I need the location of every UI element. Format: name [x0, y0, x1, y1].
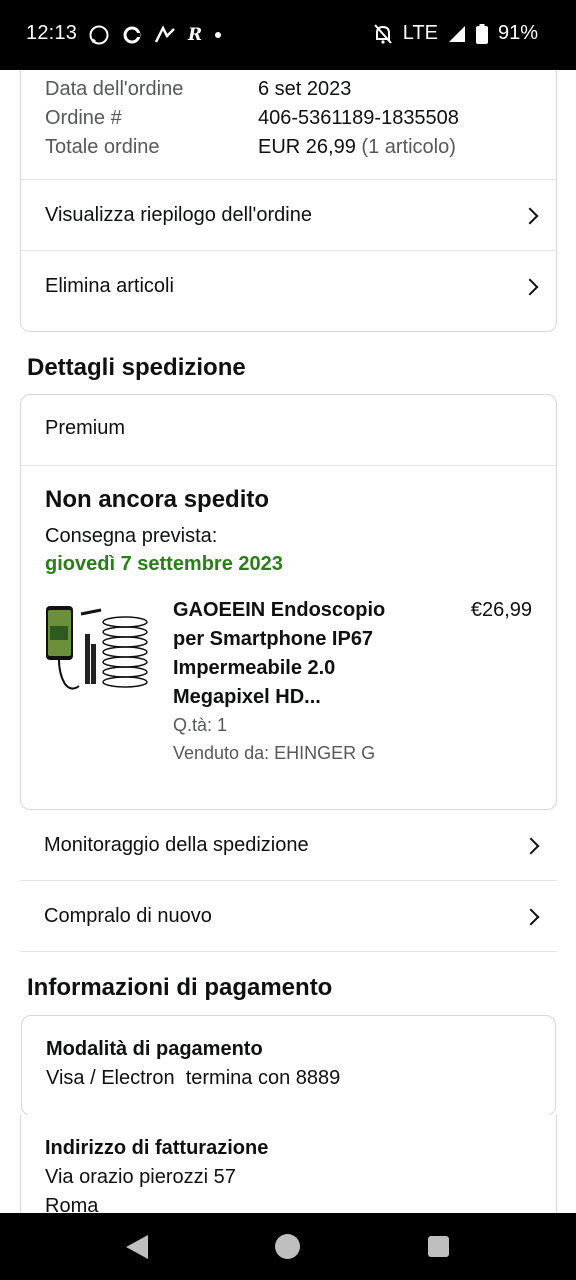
- product-price: €26,99: [470, 599, 532, 621]
- track-shipment-label: Monitoraggio della spedizione: [44, 834, 309, 856]
- silent-icon: [374, 23, 392, 44]
- recent-apps-icon[interactable]: [428, 1236, 449, 1257]
- order-date-value: 6 set 2023: [258, 78, 352, 100]
- billing-address-line1: Via orazio pierozzi 57: [45, 1166, 236, 1188]
- chevron-right-icon: [522, 837, 540, 854]
- delete-items-label: Elimina articoli: [45, 275, 174, 297]
- order-total-amount: EUR 26,99: [258, 136, 356, 158]
- product-image[interactable]: [45, 604, 149, 696]
- delivery-label: Consegna prevista:: [45, 525, 218, 547]
- payment-method-card: Modalità di pagamento Visa / Electron te…: [21, 1015, 556, 1116]
- shipping-service: Premium: [45, 417, 126, 439]
- view-order-summary-link[interactable]: Visualizza riepilogo dell'ordine: [21, 180, 556, 251]
- notification-icons: R: [88, 24, 222, 46]
- product-title-link[interactable]: GAOEEIN Endoscopio per Smartphone IP67 I…: [173, 596, 403, 712]
- home-icon[interactable]: [275, 1234, 300, 1259]
- app-icon: [154, 25, 175, 43]
- divider: [20, 951, 557, 952]
- whatsapp-icon: [89, 25, 109, 45]
- product-seller: Venduto da: EHINGER G: [173, 743, 376, 763]
- billing-address-card: Indirizzo di fatturazione Via orazio pie…: [20, 1115, 557, 1213]
- order-number-label: Ordine #: [45, 107, 122, 129]
- dot-icon: [215, 32, 222, 38]
- shipping-section-title: Dettagli spedizione: [27, 354, 246, 381]
- divider: [21, 465, 556, 466]
- payment-method-label: Modalità di pagamento: [46, 1038, 263, 1060]
- order-details-page[interactable]: Data dell'ordine 6 set 2023 Ordine # 406…: [0, 70, 576, 1213]
- order-summary-card: Data dell'ordine 6 set 2023 Ordine # 406…: [20, 70, 557, 332]
- status-bar: 12:13 R LTE 91%: [0, 0, 576, 70]
- order-total-label: Totale ordine: [45, 136, 160, 158]
- payment-method-value: Visa / Electron termina con 8889: [46, 1067, 341, 1089]
- order-total-items: (1 articolo): [361, 136, 456, 158]
- view-order-summary-label: Visualizza riepilogo dell'ordine: [45, 204, 312, 226]
- battery-level: 91%: [497, 22, 538, 44]
- system-icons: LTE 91%: [373, 22, 538, 45]
- payment-section-title: Informazioni di pagamento: [27, 974, 333, 1001]
- order-total-value: EUR 26,99 (1 articolo): [258, 136, 456, 159]
- network-type: LTE: [402, 22, 438, 44]
- order-date-label: Data dell'ordine: [45, 78, 184, 100]
- shipping-status: Non ancora spedito: [45, 486, 270, 513]
- billing-address-line2: Roma: [45, 1195, 99, 1213]
- signal-icon: [448, 25, 465, 42]
- buy-again-label: Compralo di nuovo: [44, 905, 212, 927]
- product-quantity: Q.tà: 1: [173, 715, 228, 735]
- track-shipment-link[interactable]: Monitoraggio della spedizione: [20, 810, 557, 881]
- status-time: 12:13: [26, 22, 78, 44]
- shipping-card: Premium Non ancora spedito Consegna prev…: [20, 394, 557, 810]
- sync-icon: [123, 26, 141, 44]
- chevron-right-icon: [521, 278, 539, 295]
- chevron-right-icon: [522, 908, 540, 925]
- billing-address-label: Indirizzo di fatturazione: [45, 1137, 269, 1159]
- chevron-right-icon: [521, 207, 539, 224]
- buy-again-link[interactable]: Compralo di nuovo: [20, 881, 557, 952]
- battery-icon: [475, 23, 488, 44]
- system-nav-bar: [0, 1213, 576, 1280]
- back-icon[interactable]: [126, 1235, 148, 1259]
- r-icon: R: [188, 25, 203, 45]
- delivery-date: giovedì 7 settembre 2023: [45, 553, 283, 575]
- delete-items-link[interactable]: Elimina articoli: [21, 251, 556, 322]
- order-number-value: 406-5361189-1835508: [258, 107, 459, 129]
